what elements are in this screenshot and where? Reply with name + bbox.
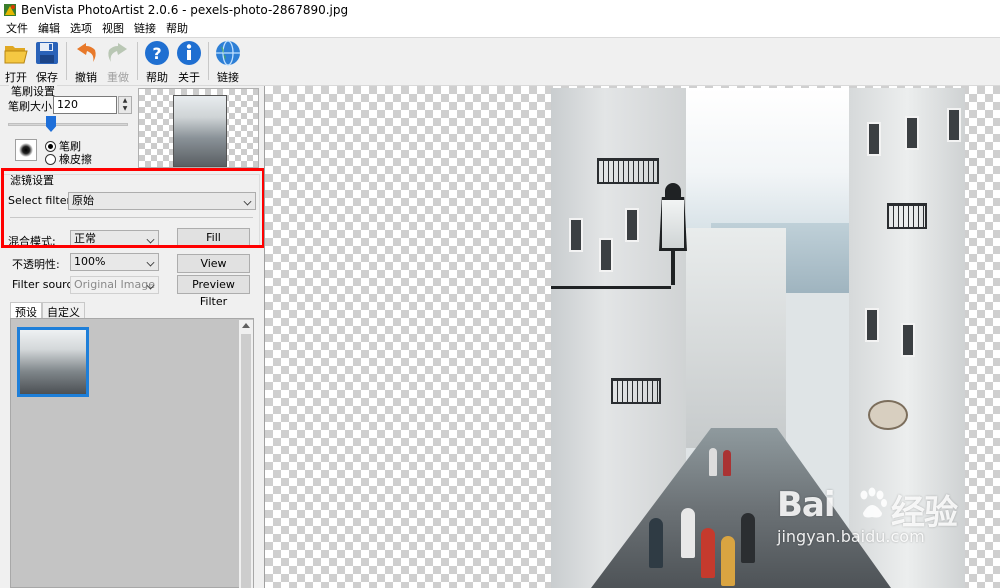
link-button[interactable]: 链接 <box>212 40 244 85</box>
menu-bar: 文件 编辑 选项 视图 链接 帮助 <box>0 19 1000 37</box>
preview-filter-button[interactable]: Preview Filter <box>177 275 250 308</box>
chevron-down-icon <box>146 258 155 267</box>
photo-person <box>681 508 695 558</box>
photo-window <box>865 308 879 342</box>
thumbnail-image <box>173 95 227 167</box>
brush-radio-button[interactable] <box>45 140 56 152</box>
photo-window <box>599 238 613 272</box>
photo-shop-sign <box>868 400 908 430</box>
help-question-icon: ? <box>144 40 170 66</box>
link-label: 链接 <box>217 71 239 84</box>
tab-custom[interactable]: 自定义 <box>42 302 85 319</box>
spin-down-icon[interactable]: ▼ <box>119 105 131 113</box>
preset-tabs: 预设 自定义 <box>10 302 85 319</box>
brush-size-input[interactable]: 120 <box>53 96 117 114</box>
redo-button[interactable]: 重做 <box>102 40 134 85</box>
left-panel: 笔刷设置 笔刷大小: 120 ▲ ▼ 笔刷 橡皮擦 滤镜设置 Select fi… <box>0 83 265 588</box>
photo-person <box>723 450 731 476</box>
help-button[interactable]: ? 帮助 <box>141 40 173 85</box>
brush-size-spinner[interactable]: ▲ ▼ <box>118 96 132 114</box>
photo-lamp-arm <box>551 286 671 289</box>
save-button[interactable]: 保存 <box>31 40 63 85</box>
photo-window <box>569 218 583 252</box>
eraser-mode-radio[interactable]: 橡皮擦 <box>45 151 92 167</box>
title-bar: BenVista PhotoArtist 2.0.6 - pexels-phot… <box>0 0 1000 19</box>
info-icon <box>176 40 202 66</box>
floppy-save-icon <box>34 40 60 66</box>
menu-edit[interactable]: 编辑 <box>33 20 65 36</box>
photo-window <box>947 108 961 142</box>
photo-window <box>905 116 919 150</box>
preset-list <box>10 318 254 588</box>
baidu-watermark: Bai 经验 jingyan.baidu.com <box>777 485 977 575</box>
preset-scrollbar[interactable] <box>239 320 253 588</box>
undo-arrow-icon <box>73 40 99 66</box>
photo-person <box>701 528 715 578</box>
opacity-dropdown[interactable]: 100% <box>70 253 159 271</box>
menu-options[interactable]: 选项 <box>65 20 97 36</box>
spin-up-icon[interactable]: ▲ <box>119 97 131 105</box>
highlight-annotation-box <box>1 168 265 248</box>
globe-link-icon <box>215 40 241 66</box>
undo-label: 撤销 <box>75 71 97 84</box>
about-label: 关于 <box>178 71 200 84</box>
photo-window <box>867 122 881 156</box>
photo-person <box>721 536 735 586</box>
folder-open-icon <box>3 40 29 66</box>
eraser-radio-button[interactable] <box>45 153 56 165</box>
preset-thumbnail[interactable] <box>17 327 89 397</box>
toolbar: 打开 保存 撤销 重做 ? 帮助 关于 链接 <box>0 37 1000 86</box>
photo-person <box>741 513 755 563</box>
scrollbar-thumb[interactable] <box>241 334 251 588</box>
photo-person <box>709 448 717 476</box>
filter-source-value: Original Image <box>74 278 155 291</box>
brush-preview <box>15 139 37 161</box>
baidu-paw-icon <box>855 487 889 521</box>
filter-source-dropdown[interactable]: Original Image <box>70 276 159 294</box>
brush-size-slider-thumb[interactable] <box>46 116 56 132</box>
window-title: BenVista PhotoArtist 2.0.6 - pexels-phot… <box>21 2 349 17</box>
toolbar-separator <box>208 42 209 80</box>
open-button[interactable]: 打开 <box>0 40 32 85</box>
menu-help[interactable]: 帮助 <box>161 20 193 36</box>
tab-presets[interactable]: 预设 <box>10 302 42 319</box>
watermark-url: jingyan.baidu.com <box>777 527 925 546</box>
help-label: 帮助 <box>146 71 168 84</box>
toolbar-separator <box>66 42 67 80</box>
redo-label: 重做 <box>107 71 129 84</box>
view-original-button[interactable]: View Original <box>177 254 250 287</box>
image-canvas[interactable]: Bai 经验 jingyan.baidu.com <box>264 86 1000 588</box>
photo-street-lamp <box>655 183 691 285</box>
photo-window <box>625 208 639 242</box>
svg-text:?: ? <box>152 44 161 63</box>
photo-balcony <box>597 158 659 184</box>
photo-building-middle <box>686 228 786 448</box>
undo-button[interactable]: 撤销 <box>70 40 102 85</box>
brush-settings-group: 笔刷设置 笔刷大小: 120 ▲ ▼ 笔刷 橡皮擦 <box>3 83 134 168</box>
brush-settings-title: 笔刷设置 <box>9 83 57 99</box>
watermark-brand-left: Bai <box>777 485 836 525</box>
menu-file[interactable]: 文件 <box>0 20 33 36</box>
toolbar-separator <box>137 42 138 80</box>
brush-size-label: 笔刷大小: <box>8 100 56 113</box>
about-button[interactable]: 关于 <box>173 40 205 85</box>
photo-person <box>649 518 663 568</box>
brush-size-slider[interactable] <box>8 123 128 126</box>
photo-balcony <box>611 378 661 404</box>
redo-arrow-icon <box>105 40 131 66</box>
photo-window <box>901 323 915 357</box>
menu-link[interactable]: 链接 <box>129 20 161 36</box>
navigator-thumbnail[interactable] <box>138 88 259 168</box>
app-logo-icon <box>3 3 17 17</box>
menu-view[interactable]: 视图 <box>97 20 129 36</box>
scroll-up-icon[interactable] <box>242 323 250 328</box>
photo-balcony <box>887 203 927 229</box>
opacity-value: 100% <box>74 255 106 268</box>
eraser-radio-label: 橡皮擦 <box>59 153 92 166</box>
opacity-label: 不透明性: <box>12 258 60 271</box>
